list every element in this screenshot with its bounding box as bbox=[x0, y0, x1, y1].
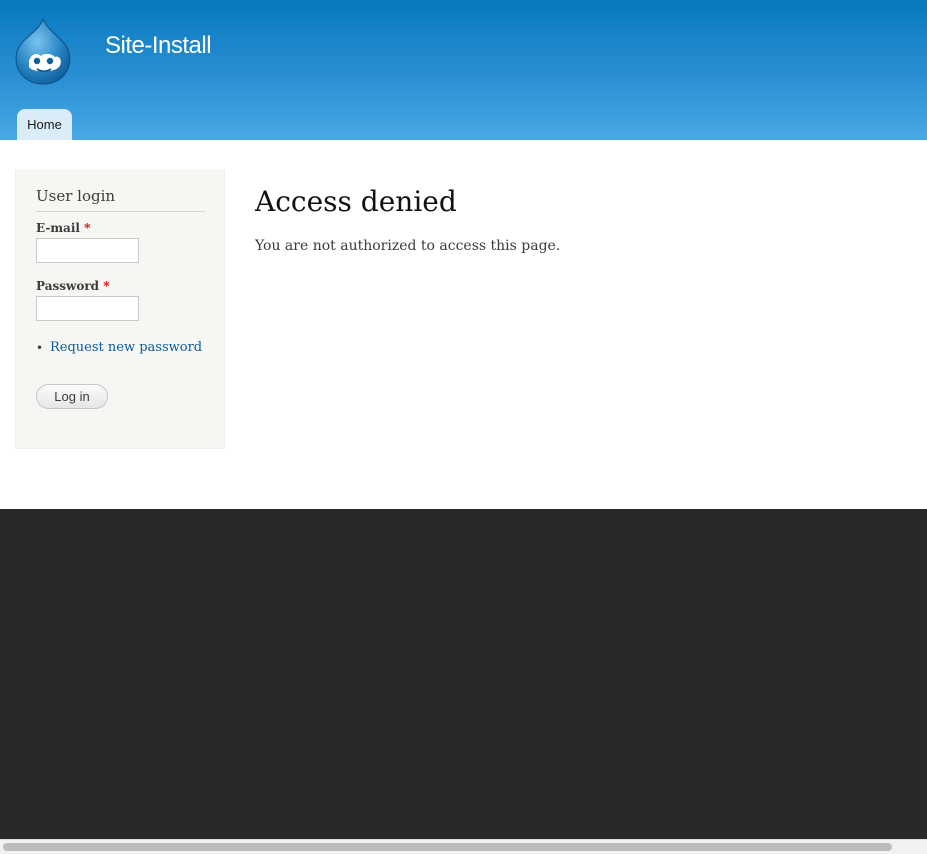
site-header: Site-Install Home bbox=[0, 0, 927, 140]
page-title: Access denied bbox=[255, 185, 457, 218]
site-footer bbox=[0, 509, 927, 839]
user-login-block: User login E-mail * Password * • Request… bbox=[15, 170, 225, 449]
email-field[interactable] bbox=[36, 238, 139, 263]
email-label: E-mail * bbox=[36, 221, 90, 235]
block-title: User login bbox=[36, 187, 205, 212]
required-marker: * bbox=[84, 221, 91, 235]
list-bullet: • bbox=[36, 341, 44, 355]
access-denied-message: You are not authorized to access this pa… bbox=[255, 238, 561, 254]
email-label-text: E-mail bbox=[36, 221, 80, 235]
drupal-drop-icon[interactable] bbox=[13, 17, 73, 85]
horizontal-scrollbar[interactable] bbox=[0, 839, 927, 854]
password-label: Password * bbox=[36, 279, 110, 293]
scrollbar-thumb[interactable] bbox=[3, 843, 892, 851]
tab-home[interactable]: Home bbox=[17, 109, 72, 140]
site-name[interactable]: Site-Install bbox=[105, 32, 212, 60]
password-label-text: Password bbox=[36, 279, 100, 293]
log-in-button[interactable]: Log in bbox=[36, 384, 108, 409]
request-new-password-link[interactable]: Request new password bbox=[50, 340, 202, 355]
password-field[interactable] bbox=[36, 296, 139, 321]
required-marker: * bbox=[103, 279, 110, 293]
